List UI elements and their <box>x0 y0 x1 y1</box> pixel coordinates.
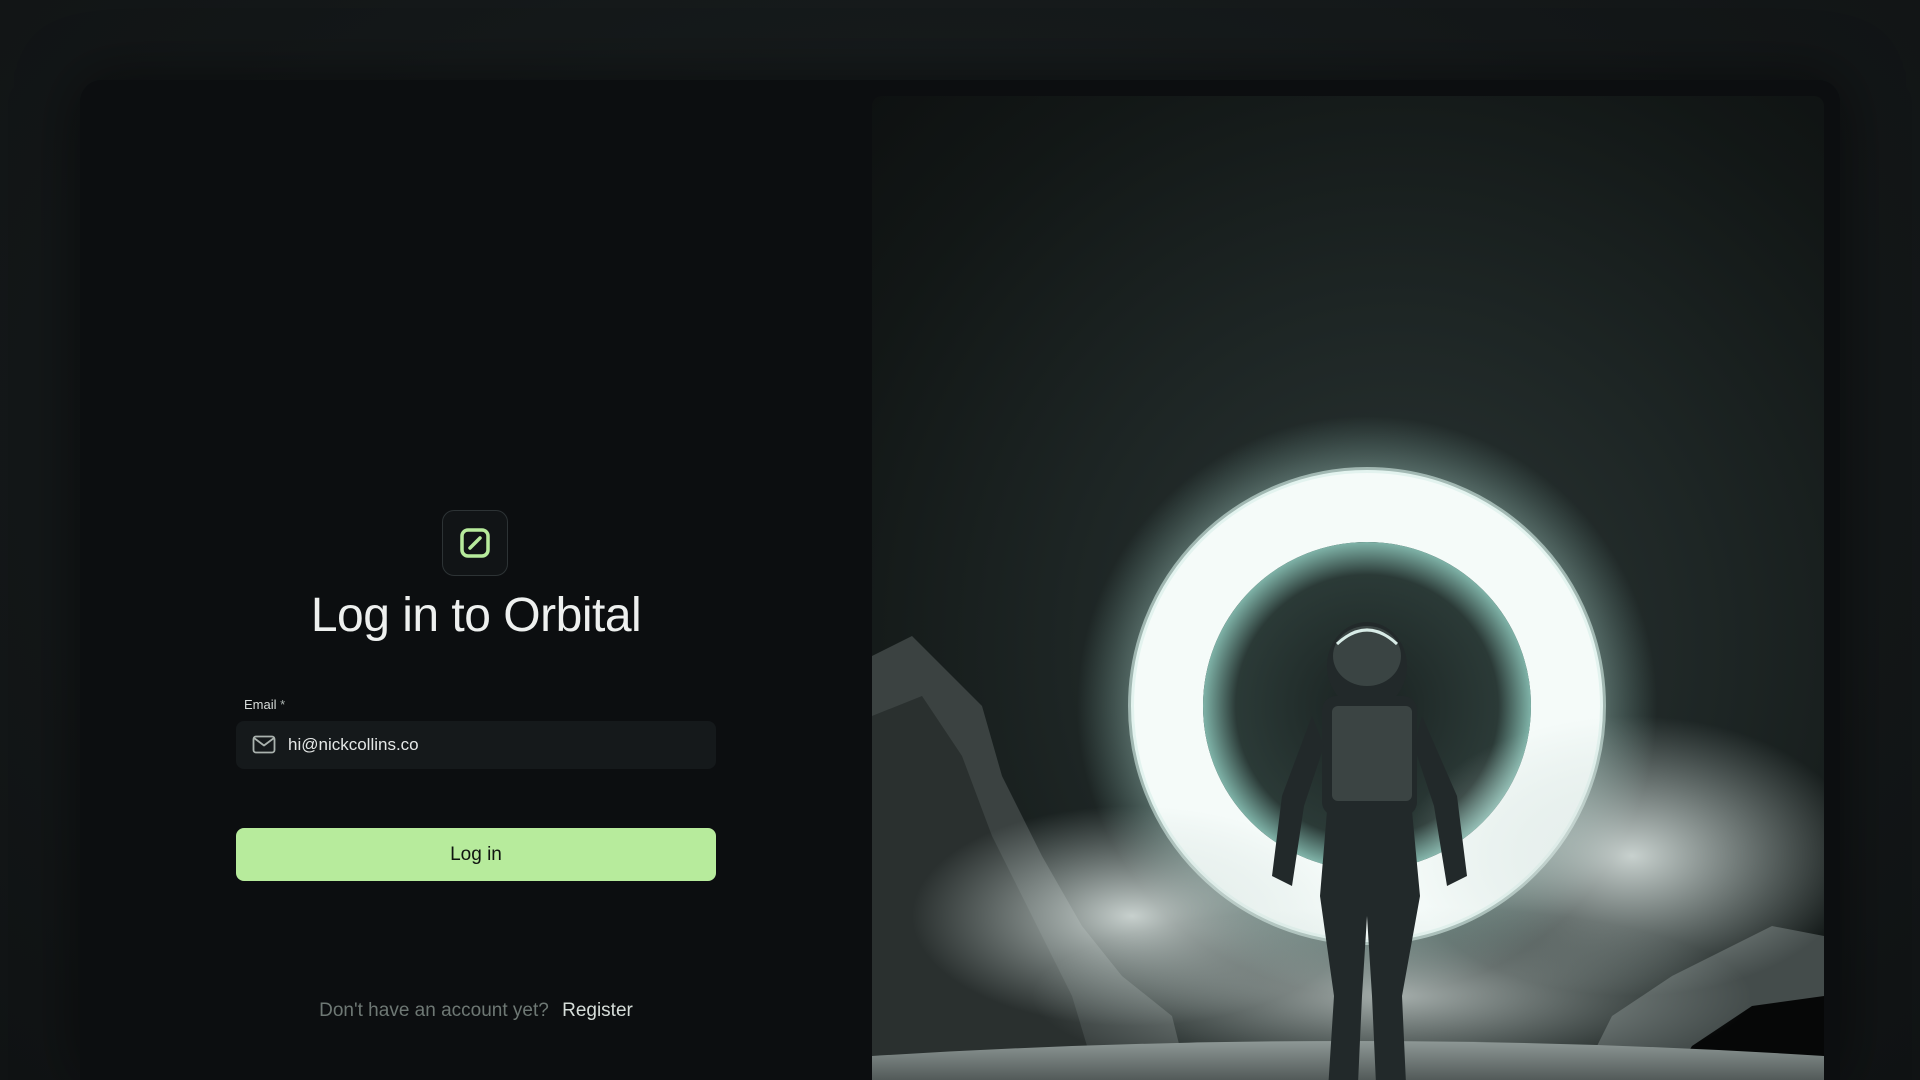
login-card: Log in to Orbital Email * Log in Don't h… <box>80 80 1840 1080</box>
email-label: Email * <box>244 697 285 712</box>
login-panel: Log in to Orbital Email * Log in Don't h… <box>80 80 872 1080</box>
required-mark: * <box>280 697 286 712</box>
email-field[interactable] <box>236 721 716 769</box>
app-logo <box>442 510 508 576</box>
email-label-text: Email <box>244 697 277 712</box>
hero-image <box>872 96 1824 1080</box>
page-title: Log in to Orbital <box>310 589 642 642</box>
pencil-square-icon <box>460 528 490 558</box>
register-link[interactable]: Register <box>562 1000 633 1021</box>
email-input[interactable] <box>288 735 708 755</box>
register-prompt: Don't have an account yet? Register <box>80 1000 872 1022</box>
mail-icon <box>252 735 278 755</box>
no-account-text: Don't have an account yet? <box>319 1000 549 1021</box>
login-button[interactable]: Log in <box>236 828 716 881</box>
